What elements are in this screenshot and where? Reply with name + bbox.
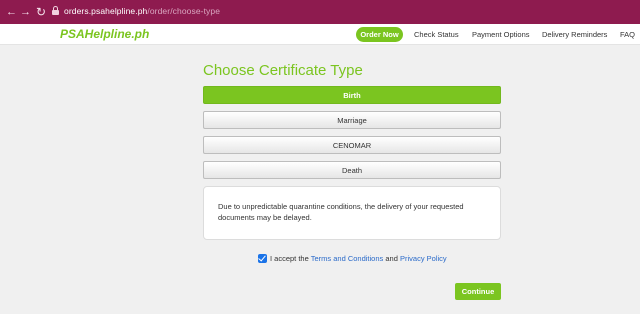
certificate-option-cenomar[interactable]: CENOMAR [203,136,501,154]
url-host: orders.psahelpline.ph [64,6,148,16]
site-header: PSAHelpline.ph Order Now Check Status Pa… [0,24,640,45]
reload-icon[interactable]: ↻ [36,4,46,20]
back-arrow-icon[interactable]: ← [6,4,17,20]
page-title: Choose Certificate Type [203,62,363,79]
certificate-option-marriage[interactable]: Marriage [203,111,501,129]
certificate-option-death[interactable]: Death [203,161,501,179]
accept-terms-checkbox[interactable] [258,253,267,263]
order-now-button[interactable]: Order Now [356,27,403,42]
nav-payment-options[interactable]: Payment Options [472,29,530,40]
lock-icon[interactable] [52,6,59,16]
certificate-option-birth[interactable]: Birth [203,86,501,104]
accept-and: and [385,254,398,263]
continue-button[interactable]: Continue [455,283,501,300]
accept-prefix: I accept the [270,254,309,263]
nav-check-status[interactable]: Check Status [414,29,459,40]
nav-faq[interactable]: FAQ [620,29,635,40]
nav-delivery-reminders[interactable]: Delivery Reminders [542,29,607,40]
delivery-notice: Due to unpredictable quarantine conditio… [203,186,501,240]
accept-terms-label: I accept the Terms and Conditions and Pr… [270,253,447,264]
notice-text: Due to unpredictable quarantine conditio… [218,202,464,222]
url-path: /order/choose-type [147,6,221,16]
terms-link[interactable]: Terms and Conditions [311,254,384,263]
site-logo[interactable]: PSAHelpline.ph [60,27,149,41]
forward-arrow-icon[interactable]: → [20,4,31,20]
checkmark-icon [258,253,266,262]
privacy-policy-link[interactable]: Privacy Policy [400,254,447,263]
address-bar[interactable]: orders.psahelpline.ph/order/choose-type [64,5,220,17]
browser-toolbar: ← → ↻ orders.psahelpline.ph/order/choose… [0,0,640,24]
